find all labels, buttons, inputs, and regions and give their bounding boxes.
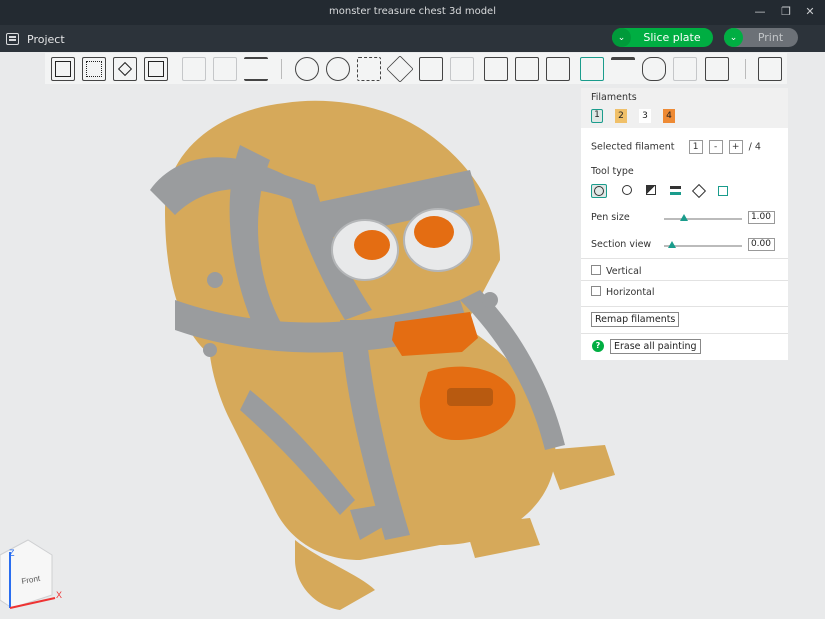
view-cube-face: [0, 539, 53, 609]
height-range-tool-icon[interactable]: [667, 184, 683, 198]
scale-icon[interactable]: [357, 57, 381, 81]
boolean-icon[interactable]: [450, 57, 474, 81]
print-button[interactable]: ⌄ Print: [724, 28, 798, 47]
sphere-tool-icon[interactable]: [619, 184, 635, 198]
filament-swatch-1[interactable]: 1: [591, 109, 603, 123]
erase-all-painting-button[interactable]: Erase all painting: [610, 339, 701, 354]
horizontal-label: Horizontal: [606, 287, 655, 298]
fill-tool-icon[interactable]: [691, 183, 707, 199]
lock-hole: [447, 388, 493, 406]
split-objects-icon[interactable]: [182, 57, 206, 81]
z-axis-label: Z: [9, 548, 15, 558]
minimize-icon[interactable]: —: [752, 4, 768, 20]
filament-decrement-button[interactable]: -: [708, 140, 723, 154]
assembly-icon[interactable]: [673, 57, 697, 81]
seam-paint-icon[interactable]: [515, 57, 539, 81]
tool-type-label: Tool type: [591, 166, 634, 177]
filament-total: / 4: [748, 141, 761, 153]
project-menu[interactable]: Project: [6, 31, 65, 47]
vertical-label: Vertical: [606, 266, 642, 277]
rotate-icon[interactable]: [326, 57, 350, 81]
text-icon[interactable]: [611, 57, 635, 81]
center-foot: [465, 518, 540, 558]
filament-swatches: 1 2 3 4: [591, 109, 778, 123]
rivet: [482, 292, 498, 308]
color-paint-icon[interactable]: [580, 57, 604, 81]
move-icon[interactable]: [295, 57, 319, 81]
support-paint-icon[interactable]: [484, 57, 508, 81]
filaments-heading: Filaments: [591, 92, 637, 103]
x-axis-label: X: [56, 590, 62, 600]
grid-icon[interactable]: [82, 57, 106, 81]
chevron-down-icon[interactable]: ⌄: [612, 28, 631, 47]
color-paint-panel: Filaments 1 2 3 4 Selected filament 1 - …: [581, 88, 788, 360]
window-title: monster treasure chest 3d model: [329, 6, 496, 17]
help-icon[interactable]: ?: [592, 340, 604, 352]
panel-divider: [581, 306, 788, 307]
print-label: Print: [757, 31, 784, 44]
toolbar-divider: [281, 59, 282, 79]
rivet: [324, 326, 342, 344]
filament-increment-button[interactable]: +: [728, 140, 743, 154]
selected-filament-value[interactable]: 1: [688, 140, 703, 154]
section-view-label: Section view: [591, 239, 652, 250]
chevron-down-icon[interactable]: ⌄: [724, 28, 743, 47]
auto-orient-icon[interactable]: [113, 57, 137, 81]
close-icon[interactable]: ✕: [802, 4, 818, 20]
pen-size-slider[interactable]: [664, 214, 742, 221]
vertical-option[interactable]: Vertical: [591, 265, 642, 277]
section-view-input[interactable]: 0.00: [748, 238, 775, 251]
pen-size-handle[interactable]: [679, 214, 688, 221]
panel-divider: [581, 280, 788, 281]
plugin-icon[interactable]: [758, 57, 782, 81]
add-object-icon[interactable]: [51, 57, 75, 81]
fit-view-icon[interactable]: [705, 57, 729, 81]
horizontal-option[interactable]: Horizontal: [591, 286, 655, 298]
cut-icon[interactable]: [419, 57, 443, 81]
section-view-slider[interactable]: [664, 241, 742, 248]
left-pupil: [354, 230, 390, 260]
pen-size-label: Pen size: [591, 212, 630, 223]
restore-icon[interactable]: ❐: [778, 4, 794, 20]
section-view-handle[interactable]: [668, 241, 676, 248]
main-toolbar: [45, 53, 787, 84]
selected-filament-row: Selected filament 1 - + / 4: [591, 140, 761, 154]
gap-fill-tool-icon[interactable]: [715, 184, 731, 198]
split-parts-icon[interactable]: [213, 57, 237, 81]
slice-plate-button[interactable]: ⌄ Slice plate: [612, 28, 713, 47]
pen-size-input[interactable]: 1.00: [748, 211, 775, 224]
menu-icon: [6, 33, 19, 45]
vertical-checkbox[interactable]: [591, 265, 601, 275]
rivet: [207, 272, 223, 288]
place-on-face-icon[interactable]: [386, 55, 414, 83]
filament-swatch-2[interactable]: 2: [615, 109, 627, 123]
slice-plate-label: Slice plate: [643, 31, 701, 44]
circle-tool-icon[interactable]: [591, 184, 607, 198]
filament-swatch-3[interactable]: 3: [639, 109, 651, 123]
horizontal-checkbox[interactable]: [591, 286, 601, 296]
right-foot: [545, 445, 615, 490]
measure-icon[interactable]: [642, 57, 666, 81]
filaments-section: Filaments 1 2 3 4: [581, 88, 788, 128]
filament-swatch-4[interactable]: 4: [663, 109, 675, 123]
arrange-icon[interactable]: [144, 57, 168, 81]
fuzzy-skin-icon[interactable]: [546, 57, 570, 81]
title-bar: monster treasure chest 3d model — ❐ ✕: [0, 0, 825, 25]
toolbar-divider: [745, 59, 746, 79]
layers-icon[interactable]: [244, 57, 268, 81]
rivet: [203, 343, 217, 357]
right-pupil: [414, 216, 454, 248]
triangle-tool-icon[interactable]: [643, 184, 659, 198]
remap-filaments-button[interactable]: Remap filaments: [591, 312, 680, 327]
panel-divider: [581, 258, 788, 259]
selected-filament-label: Selected filament: [591, 141, 675, 153]
menu-bar: Project ⌄ Slice plate ⌄ Print: [0, 25, 825, 52]
view-cube[interactable]: Z X Front: [0, 539, 62, 609]
panel-divider: [581, 333, 788, 334]
project-label: Project: [27, 32, 65, 46]
